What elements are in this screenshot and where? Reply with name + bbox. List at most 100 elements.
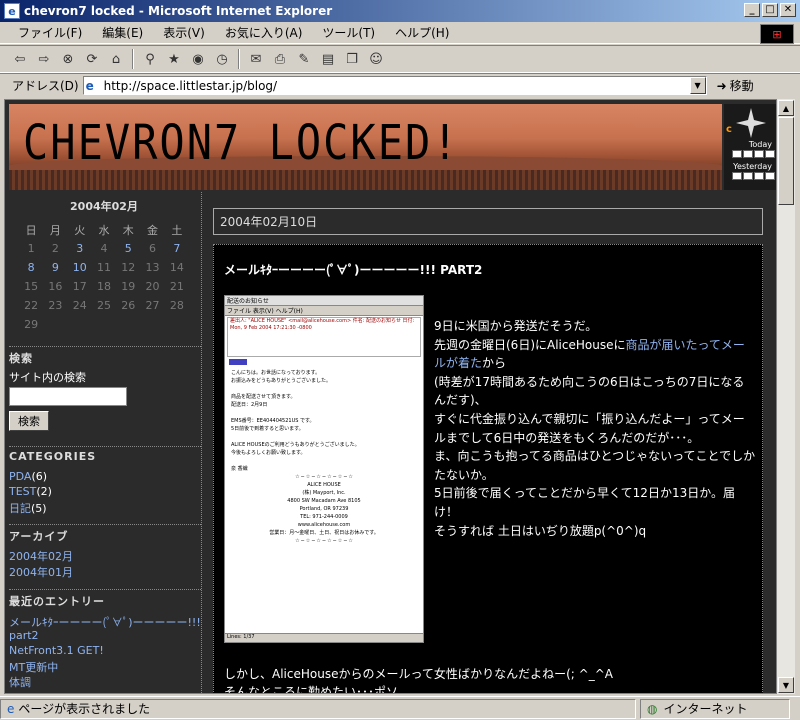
recent-entry[interactable]: part2 <box>9 629 39 642</box>
blog-banner: CHEVRON7 LOCKED! <box>9 104 722 190</box>
calendar-day: 18 <box>96 280 111 293</box>
counter-today-label: Today <box>748 140 772 149</box>
go-arrow-icon: ➜ <box>716 78 727 93</box>
address-dropdown-icon[interactable]: ▼ <box>689 77 706 94</box>
edit-icon[interactable]: ✎ <box>294 49 314 69</box>
back-icon[interactable]: ⇦ <box>10 49 30 69</box>
calendar-day: 17 <box>72 280 87 293</box>
refresh-icon[interactable]: ⟳ <box>82 49 102 69</box>
menu-favorites[interactable]: お気に入り(A) <box>215 24 313 41</box>
calendar-day-link[interactable]: 5 <box>116 239 140 258</box>
post-body: 9日に米国から発送だそうだ。 先週の金曜日(6日)にAliceHouseに商品が… <box>434 319 756 538</box>
calendar-day: 27 <box>145 299 160 312</box>
page-content: CHEVRON7 LOCKED! c Today Yesterday 2004年… <box>4 99 777 694</box>
toolbar: ⇦ ⇨ ⊗ ⟳ ⌂ ⚲ ★ ◉ ◷ ✉ ⎙ ✎ ▤ ❐ ☺ <box>0 45 800 73</box>
messenger-icon[interactable]: ☺ <box>366 49 386 69</box>
minimize-button[interactable]: _ <box>744 3 760 17</box>
category-item[interactable]: PDA(6) <box>9 470 47 483</box>
recent-entry[interactable]: NetFront3.1 GET! <box>9 644 104 657</box>
calendar-day: 28 <box>169 299 184 312</box>
calendar-day-link[interactable]: 9 <box>43 258 67 277</box>
calendar-day: 15 <box>24 280 39 293</box>
calendar-day: 14 <box>169 261 184 274</box>
calendar-day: 25 <box>96 299 111 312</box>
search-input[interactable] <box>9 387 127 406</box>
category-item[interactable]: TEST(2) <box>9 485 52 498</box>
print-icon[interactable]: ⎙ <box>270 49 290 69</box>
calendar-day: 2 <box>51 242 59 255</box>
address-input[interactable]: e http://space.littlestar.jp/blog/ ▼ <box>82 76 707 95</box>
screenshot-status: Lines: 1/37 <box>225 633 423 642</box>
mail-icon[interactable]: ✉ <box>246 49 266 69</box>
archive-heading: アーカイブ <box>9 530 69 543</box>
menu-edit[interactable]: 編集(E) <box>92 24 153 41</box>
calendar-title: 2004年02月 <box>70 200 138 213</box>
post-body-bottom: しかし、AliceHouseからのメールって女性ばかりなんだよねー(; ^_^A… <box>224 667 613 694</box>
calendar-day-link[interactable]: 10 <box>68 258 92 277</box>
media-icon[interactable]: ◉ <box>188 49 208 69</box>
zone-text: インターネット <box>663 702 748 716</box>
calendar-day: 21 <box>169 280 184 293</box>
counter-yesterday-label: Yesterday <box>733 162 772 171</box>
calendar-day: 20 <box>145 280 160 293</box>
history-icon[interactable]: ◷ <box>212 49 232 69</box>
address-url[interactable]: http://space.littlestar.jp/blog/ <box>104 79 277 93</box>
vertical-scrollbar[interactable]: ▲ ▼ <box>777 99 795 694</box>
forward-icon[interactable]: ⇨ <box>34 49 54 69</box>
search-icon[interactable]: ⚲ <box>140 49 160 69</box>
counter-yesterday <box>732 172 775 180</box>
status-text: ページが表示されました <box>18 702 151 716</box>
counter-today <box>732 150 775 158</box>
recent-entry[interactable]: MT更新中 <box>9 659 58 675</box>
calendar-day-link[interactable]: 3 <box>68 239 92 258</box>
search-button[interactable]: 検索 <box>9 411 49 431</box>
home-icon[interactable]: ⌂ <box>106 49 126 69</box>
title-bar: e chevron7 locked - Microsoft Internet E… <box>0 0 800 22</box>
calendar-day-link[interactable]: 8 <box>19 258 43 277</box>
search-label: サイト内の検索 <box>9 371 86 384</box>
calendar-day: 19 <box>121 280 136 293</box>
mail-screenshot-image[interactable]: 配送のお知らせ ファイル 表示(V) ヘルプ(H) 差出人: "ALICE HO… <box>224 295 424 643</box>
recent-entry[interactable]: メールｷﾀｰーーーー(ﾟ∀ﾟ)ーーーーー!!! <box>9 614 201 630</box>
calendar-day-link[interactable]: 7 <box>165 239 189 258</box>
calendar-day: 16 <box>48 280 63 293</box>
scroll-down-icon[interactable]: ▼ <box>778 677 794 693</box>
calendar-day: 26 <box>121 299 136 312</box>
discuss-icon[interactable]: ▤ <box>318 49 338 69</box>
calendar-day: 23 <box>48 299 63 312</box>
screenshot-titlebar: 配送のお知らせ <box>225 296 423 306</box>
maximize-button[interactable]: □ <box>762 3 778 17</box>
post-title[interactable]: メールｷﾀｰーーーー(ﾟ∀ﾟ)ーーーーー!!! PART2 <box>224 261 482 278</box>
recent-heading: 最近のエントリー <box>9 595 105 608</box>
favorites-icon[interactable]: ★ <box>164 49 184 69</box>
calendar-day: 12 <box>121 261 136 274</box>
archive-item[interactable]: 2004年01月 <box>9 564 73 580</box>
sidebar: 2004年02月 日月火水木金土 1234567 8 9 10 11 12 13 14 15… <box>5 192 201 693</box>
blog-title[interactable]: CHEVRON7 LOCKED! <box>23 114 460 170</box>
scroll-up-icon[interactable]: ▲ <box>778 100 794 116</box>
categories-heading: CATEGORIES <box>9 450 97 463</box>
menu-tools[interactable]: ツール(T) <box>312 24 385 41</box>
calendar-day: 29 <box>24 318 39 331</box>
menu-file[interactable]: ファイル(F) <box>8 24 92 41</box>
research-icon[interactable]: ❐ <box>342 49 362 69</box>
stop-icon[interactable]: ⊗ <box>58 49 78 69</box>
screenshot-body: こんにちは。お世話になっております。 お振込みをどうもありがとうございました。 … <box>231 370 379 544</box>
post: メールｷﾀｰーーーー(ﾟ∀ﾟ)ーーーーー!!! PART2 配送のお知らせ ファ… <box>213 244 763 694</box>
go-button[interactable]: ➜ 移動 <box>717 77 754 94</box>
star-logo-icon <box>736 108 766 138</box>
screenshot-header: 差出人: "ALICE HOUSE" <mail@alicehouse.com>… <box>227 317 421 357</box>
calendar-day: 13 <box>145 261 160 274</box>
calendar-day: 6 <box>149 242 157 255</box>
archive-item[interactable]: 2004年02月 <box>9 548 73 564</box>
calendar-day: 22 <box>24 299 39 312</box>
recent-entry[interactable]: 体調 <box>9 674 31 690</box>
menu-help[interactable]: ヘルプ(H) <box>385 24 459 41</box>
ie-icon: e <box>4 3 20 19</box>
category-item[interactable]: 日記(5) <box>9 500 47 516</box>
scroll-thumb[interactable] <box>778 117 794 205</box>
calendar-day: 11 <box>96 261 111 274</box>
close-button[interactable]: ✕ <box>780 3 796 17</box>
post-date: 2004年02月10日 <box>213 208 763 235</box>
menu-view[interactable]: 表示(V) <box>153 24 215 41</box>
